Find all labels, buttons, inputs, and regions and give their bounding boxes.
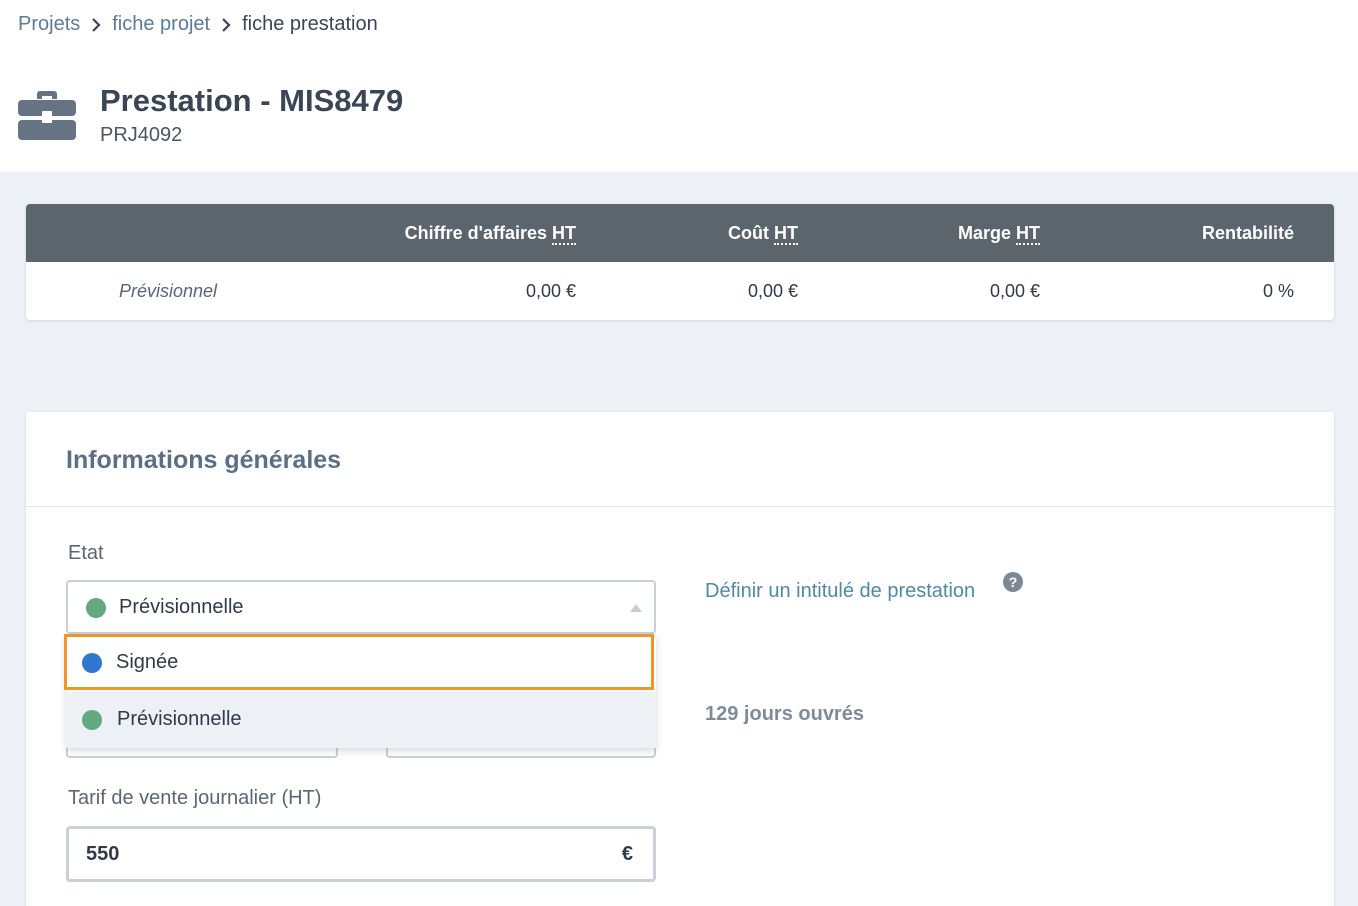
option-label: Signée [116,651,179,673]
col-marge: Marge HT [957,223,1040,245]
chevron-right-icon [91,17,101,32]
cell-rentabilite: 0 % [1262,281,1294,301]
tarif-value: 550 [86,843,120,865]
status-dot-icon [82,710,102,730]
page-header: Projets fiche projet fiche prestation Pr… [0,0,1358,172]
etat-label: Etat [68,542,104,564]
euro-icon: € [621,843,633,865]
option-label: Prévisionnelle [117,708,242,730]
col-chiffre-affaires: Chiffre d'affaires HT [404,223,576,245]
page-title: Prestation - MIS8479 [100,83,404,118]
etat-dropdown: Signée Prévisionnelle [64,634,656,748]
breadcrumb-fiche-prestation: fiche prestation [242,13,378,35]
project-reference: PRJ4092 [100,124,183,146]
briefcase-icon [18,91,76,140]
cell-marge: 0,00 € [989,281,1040,301]
caret-up-icon [630,604,642,612]
breadcrumb: Projets fiche projet fiche prestation [18,13,378,36]
etat-selected-value: Prévisionnelle [119,596,244,618]
chevron-right-icon [221,17,231,32]
financial-summary-table: Chiffre d'affaires HT Coût HT Marge HT R… [26,204,1334,320]
cell-cout: 0,00 € [747,281,798,301]
table-row: Prévisionnel 0,00 € 0,00 € 0,00 € 0 % [26,262,1334,320]
row-label: Prévisionnel [119,281,218,301]
etat-select[interactable]: Prévisionnelle [66,580,656,634]
cell-chiffre-affaires: 0,00 € [525,281,576,301]
question-circle-icon[interactable]: ? [1003,572,1023,592]
status-dot-icon [86,598,106,618]
divider [26,506,1334,507]
breadcrumb-projets[interactable]: Projets [18,13,80,36]
breadcrumb-fiche-projet[interactable]: fiche projet [112,13,210,36]
tarif-input[interactable]: 550 € [66,826,656,882]
working-days: 129 jours ouvrés [705,703,864,725]
tarif-label: Tarif de vente journalier (HT) [68,787,322,809]
col-rentabilite: Rentabilité [1201,223,1294,243]
col-cout: Coût HT [728,223,798,245]
status-dot-icon [82,653,102,673]
option-previsionnelle[interactable]: Prévisionnelle [66,692,656,748]
option-signee[interactable]: Signée [64,634,654,690]
section-title: Informations générales [66,446,342,474]
define-title-link[interactable]: Définir un intitulé de prestation [705,580,975,603]
table-header: Chiffre d'affaires HT Coût HT Marge HT R… [26,204,1334,262]
